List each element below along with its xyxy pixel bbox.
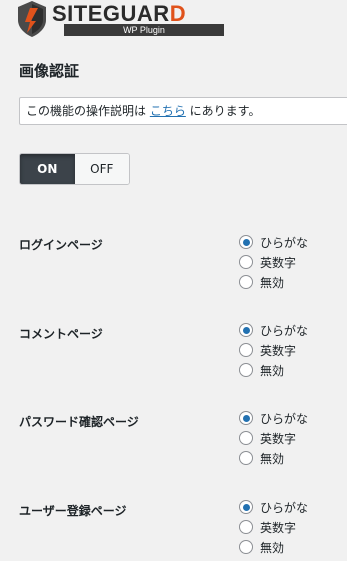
section-label-password: パスワード確認ページ <box>19 415 139 429</box>
radio-option-disabled[interactable]: 無効 <box>239 360 308 380</box>
radio-label: 無効 <box>260 451 285 466</box>
siteguard-logo: SITEGUARD WP Plugin <box>16 0 224 40</box>
radio-option-disabled[interactable]: 無効 <box>239 272 308 292</box>
radio-label: ひらがな <box>260 500 309 515</box>
radio-button[interactable] <box>239 235 253 249</box>
radio-option-hiragana[interactable]: ひらがな <box>239 232 308 252</box>
section-comment-page: コメントページ ひらがな 英数字 無効 <box>19 320 347 380</box>
page-title: 画像認証 <box>19 62 80 80</box>
radio-label: 英数字 <box>260 255 297 270</box>
radio-label: ひらがな <box>260 411 309 426</box>
radio-group-login: ひらがな 英数字 無効 <box>239 232 308 292</box>
radio-group-comment: ひらがな 英数字 無効 <box>239 320 308 380</box>
radio-button[interactable] <box>239 255 253 269</box>
radio-option-hiragana[interactable]: ひらがな <box>239 320 308 340</box>
help-link[interactable]: こちら <box>150 104 186 118</box>
radio-option-hiragana[interactable]: ひらがな <box>239 408 308 428</box>
radio-label: 無効 <box>260 275 285 290</box>
radio-label: 無効 <box>260 363 285 378</box>
radio-option-alnum[interactable]: 英数字 <box>239 252 308 272</box>
radio-button[interactable] <box>239 431 253 445</box>
notice-text-after: にあります。 <box>185 104 261 118</box>
section-label-registration: ユーザー登録ページ <box>19 504 127 518</box>
toggle-on-button[interactable]: ON <box>20 154 75 184</box>
section-label-comment: コメントページ <box>19 327 103 341</box>
toggle-off-button[interactable]: OFF <box>74 154 129 184</box>
section-label-login: ログインページ <box>19 238 103 252</box>
logo-word-main: SITEGUAR <box>52 1 170 26</box>
radio-option-disabled[interactable]: 無効 <box>239 448 308 468</box>
radio-label: 英数字 <box>260 343 297 358</box>
radio-button[interactable] <box>239 451 253 465</box>
radio-label: 無効 <box>260 540 285 555</box>
radio-group-registration: ひらがな 英数字 無効 <box>239 497 308 557</box>
radio-option-alnum[interactable]: 英数字 <box>239 517 308 537</box>
radio-option-alnum[interactable]: 英数字 <box>239 340 308 360</box>
radio-group-password: ひらがな 英数字 無効 <box>239 408 308 468</box>
notice-text-before: この機能の操作説明は <box>26 104 150 118</box>
radio-option-hiragana[interactable]: ひらがな <box>239 497 308 517</box>
radio-button[interactable] <box>239 500 253 514</box>
radio-button[interactable] <box>239 540 253 554</box>
section-registration-page: ユーザー登録ページ ひらがな 英数字 無効 <box>19 497 347 557</box>
feature-toggle: ON OFF <box>19 153 130 185</box>
radio-button[interactable] <box>239 520 253 534</box>
help-notice: この機能の操作説明は こちら にあります。 <box>19 97 347 125</box>
section-password-page: パスワード確認ページ ひらがな 英数字 無効 <box>19 408 347 468</box>
logo-subtitle: WP Plugin <box>64 24 224 36</box>
radio-button[interactable] <box>239 343 253 357</box>
radio-label: 英数字 <box>260 431 297 446</box>
radio-button[interactable] <box>239 275 253 289</box>
logo-word-accent: D <box>169 1 187 26</box>
radio-label: ひらがな <box>260 235 309 250</box>
siteguard-shield-icon <box>18 1 46 37</box>
radio-option-alnum[interactable]: 英数字 <box>239 428 308 448</box>
radio-button[interactable] <box>239 411 253 425</box>
radio-button[interactable] <box>239 363 253 377</box>
section-login-page: ログインページ ひらがな 英数字 無効 <box>19 232 347 292</box>
radio-option-disabled[interactable]: 無効 <box>239 537 308 557</box>
radio-label: 英数字 <box>260 520 297 535</box>
radio-button[interactable] <box>239 323 253 337</box>
radio-label: ひらがな <box>260 323 309 338</box>
